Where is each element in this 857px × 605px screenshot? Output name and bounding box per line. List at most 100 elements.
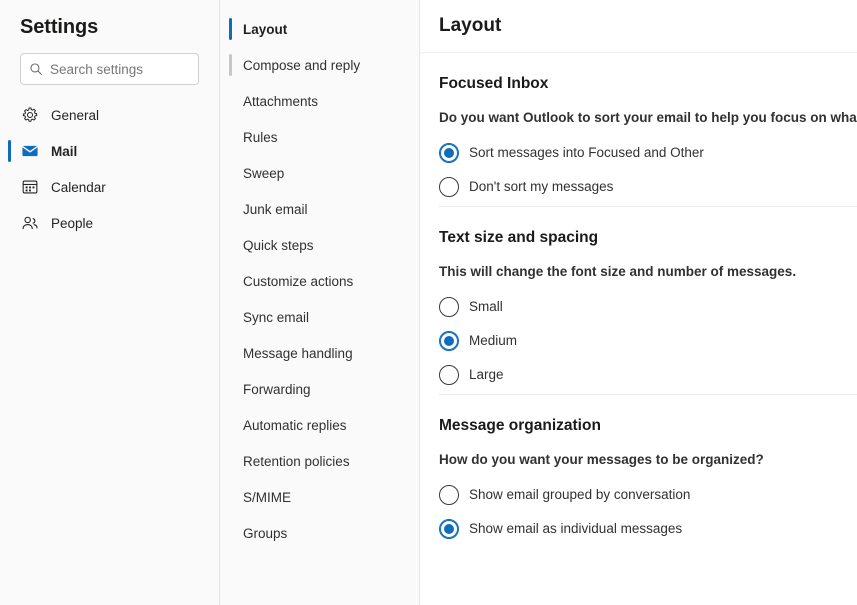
section-message-organization: Message organization How do you want you… (420, 395, 857, 543)
subnav-item-attachments[interactable]: Attachments (220, 86, 419, 116)
selection-indicator (229, 270, 232, 292)
radio-text-large[interactable]: Large (439, 360, 857, 389)
radio-dot (444, 335, 454, 346)
subnav-item-rules[interactable]: Rules (220, 122, 419, 152)
subnav-item-forwarding[interactable]: Forwarding (220, 374, 419, 404)
radio-button[interactable] (439, 330, 459, 351)
panel-header: Layout (420, 0, 857, 53)
subnav-item-sweep[interactable]: Sweep (220, 158, 419, 188)
radio-button[interactable] (439, 518, 459, 539)
section-description: How do you want your messages to be orga… (439, 452, 764, 467)
search-container (0, 39, 219, 85)
sidebar-item-people[interactable]: People (0, 207, 219, 239)
sidebar-item-calendar[interactable]: Calendar (0, 171, 219, 203)
search-input[interactable] (50, 61, 190, 77)
subnav-item-quick-steps[interactable]: Quick steps (220, 230, 419, 260)
sidebar-nav: General Mail Calendar People (0, 99, 219, 239)
radio-label: Sort messages into Focused and Other (469, 145, 704, 160)
subnav-item-label: Junk email (243, 201, 308, 217)
sidebar-item-general[interactable]: General (0, 99, 219, 131)
radio-dot (444, 523, 454, 534)
radio-button[interactable] (439, 296, 459, 317)
radio-button[interactable] (439, 176, 459, 197)
selection-indicator (229, 162, 232, 184)
search-box[interactable] (20, 53, 199, 85)
page-title: Settings (20, 16, 99, 38)
settings-window: Settings Search settings General Mail Ca… (0, 0, 857, 605)
subnav-item-label: Message handling (243, 345, 353, 361)
selection-indicator (229, 126, 232, 148)
radio-label: Large (469, 367, 504, 382)
radio-dot (444, 302, 454, 312)
selection-indicator (229, 450, 232, 472)
radio-dot (444, 490, 454, 500)
envelope-icon (20, 141, 40, 161)
selection-indicator (229, 342, 232, 364)
radio-dont-sort[interactable]: Don't sort my messages (439, 172, 857, 201)
selection-indicator (229, 486, 232, 508)
selection-indicator (229, 90, 232, 112)
gear-icon (20, 105, 40, 125)
subnav-item-label: Sweep (243, 165, 285, 181)
subnav-item-sync-email[interactable]: Sync email (220, 302, 419, 332)
subnav-item-label: Layout (243, 21, 288, 37)
subnav-item-label: S/MIME (243, 489, 292, 505)
panel-title: Layout (439, 15, 502, 36)
radio-sort-focused-other[interactable]: Sort messages into Focused and Other (439, 138, 857, 167)
radio-button[interactable] (439, 364, 459, 385)
radio-dot (444, 147, 454, 158)
subnav-item-automatic-replies[interactable]: Automatic replies (220, 410, 419, 440)
selection-indicator (8, 176, 11, 198)
radio-label: Medium (469, 333, 518, 348)
subnav-item-label: Sync email (243, 309, 310, 325)
subnav-item-label: Compose and reply (243, 57, 361, 73)
radio-button[interactable] (439, 142, 459, 163)
subnav-item-label: Attachments (243, 93, 319, 109)
selection-indicator (8, 104, 11, 126)
selection-indicator (229, 306, 232, 328)
subnav-item-label: Forwarding (243, 381, 311, 397)
sidebar-item-label: Calendar (51, 179, 106, 195)
selection-indicator (229, 234, 232, 256)
hover-indicator (229, 54, 232, 76)
radio-text-small[interactable]: Small (439, 292, 857, 321)
subnav-item-customize-actions[interactable]: Customize actions (220, 266, 419, 296)
radio-label: Show email as individual messages (469, 521, 683, 536)
subnav-item-label: Retention policies (243, 453, 350, 469)
selection-indicator (229, 522, 232, 544)
subnav-item-label: Rules (243, 129, 278, 145)
subnav-item-label: Quick steps (243, 237, 314, 253)
people-icon (20, 213, 40, 233)
subnav-item-message-handling[interactable]: Message handling (220, 338, 419, 368)
radio-grouped-by-conversation[interactable]: Show email grouped by conversation (439, 480, 857, 509)
subnav-item-label: Groups (243, 525, 288, 541)
radio-label: Don't sort my messages (469, 179, 614, 194)
subnav-item-compose-and-reply[interactable]: Compose and reply (220, 50, 419, 80)
subnav-item-retention-policies[interactable]: Retention policies (220, 446, 419, 476)
subnav-item-layout[interactable]: Layout (220, 14, 419, 44)
section-heading: Text size and spacing (439, 229, 599, 246)
section-heading: Focused Inbox (439, 75, 549, 92)
section-heading: Message organization (439, 417, 601, 434)
selection-indicator (229, 198, 232, 220)
subnav-item-groups[interactable]: Groups (220, 518, 419, 548)
radio-dot (444, 370, 454, 380)
radio-text-medium[interactable]: Medium (439, 326, 857, 355)
subnav-item-smime[interactable]: S/MIME (220, 482, 419, 512)
subnav-item-junk-email[interactable]: Junk email (220, 194, 419, 224)
selection-indicator (229, 18, 232, 40)
sidebar-item-label: General (51, 107, 100, 123)
selection-indicator (229, 414, 232, 436)
section-description: Do you want Outlook to sort your email t… (439, 110, 857, 125)
radio-individual-messages[interactable]: Show email as individual messages (439, 514, 857, 543)
radio-label: Small (469, 299, 503, 314)
section-description: This will change the font size and numbe… (439, 264, 797, 279)
radio-button[interactable] (439, 484, 459, 505)
search-icon (29, 62, 43, 76)
radio-label: Show email grouped by conversation (469, 487, 691, 502)
sidebar-item-label: Mail (51, 143, 78, 159)
subnav-item-label: Automatic replies (243, 417, 347, 433)
sidebar-item-label: People (51, 215, 94, 231)
mail-subnav: Layout Compose and reply Attachments Rul… (220, 0, 420, 605)
sidebar-item-mail[interactable]: Mail (0, 135, 219, 167)
